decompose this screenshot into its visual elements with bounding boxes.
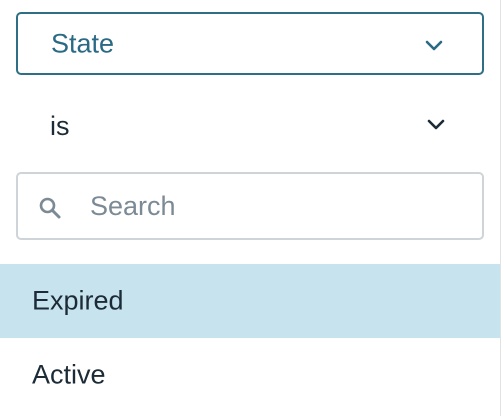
field-select[interactable]: State xyxy=(16,12,484,75)
option-label: Expired xyxy=(32,285,124,316)
option-label: Active xyxy=(32,359,106,390)
operator-select-label: is xyxy=(50,111,70,141)
search-box xyxy=(16,172,484,240)
list-item-active[interactable]: Active xyxy=(0,338,500,412)
search-icon xyxy=(39,197,61,219)
filter-panel: State is Expired Active xyxy=(0,0,501,416)
search-input[interactable] xyxy=(90,184,470,228)
chevron-down-icon xyxy=(425,40,443,51)
field-select-label: State xyxy=(51,28,115,58)
options-list: Expired Active xyxy=(0,264,500,412)
list-item-expired[interactable]: Expired xyxy=(0,264,500,338)
operator-select[interactable]: is xyxy=(16,92,484,158)
chevron-down-icon xyxy=(427,119,445,130)
